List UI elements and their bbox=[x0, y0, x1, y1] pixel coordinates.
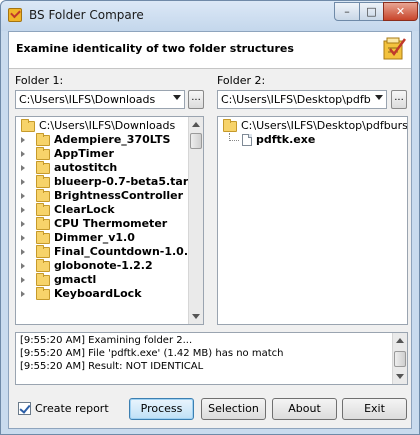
tree-item-label: CPU Thermometer bbox=[54, 217, 168, 230]
tree-item-label: Dimmer_v1.0 bbox=[54, 231, 135, 244]
process-button[interactable]: Process bbox=[129, 398, 194, 420]
folder2-tree[interactable]: C:\Users\ILFS\Desktop\pdfburst\data pdft… bbox=[217, 116, 408, 325]
scroll-up-icon[interactable] bbox=[396, 338, 404, 343]
tree-item-label: Final_Countdown-1.0.4.0 bbox=[54, 245, 204, 258]
expand-arrow-icon[interactable] bbox=[21, 179, 25, 185]
folder-icon bbox=[36, 245, 50, 258]
expand-arrow-icon[interactable] bbox=[21, 193, 25, 199]
log-line: [9:55:20 AM] Examining folder 2... bbox=[20, 335, 193, 346]
log-scrollbar[interactable] bbox=[392, 333, 407, 384]
title-bar[interactable]: BS Folder Compare – □ ✕ bbox=[1, 1, 419, 31]
tree-connector bbox=[229, 133, 239, 141]
expand-arrow-icon[interactable] bbox=[21, 151, 25, 157]
expand-arrow-icon[interactable] bbox=[21, 263, 25, 269]
folder-icon bbox=[36, 273, 50, 286]
log-panel[interactable]: [9:55:20 AM] Examining folder 2... [9:55… bbox=[15, 332, 408, 385]
tree-item-label: pdftk.exe bbox=[256, 133, 316, 146]
folder1-path-combo[interactable]: C:\Users\ILFS\Downloads bbox=[15, 90, 185, 109]
client-area: Examine identicality of two folder struc… bbox=[8, 31, 412, 429]
app-icon bbox=[8, 8, 22, 22]
chevron-down-icon[interactable] bbox=[173, 95, 181, 100]
folder1-path-value: C:\Users\ILFS\Downloads bbox=[19, 93, 156, 106]
folder-icon bbox=[36, 217, 50, 230]
tree-item-label: gmactl bbox=[54, 273, 97, 286]
checklist-icon bbox=[383, 37, 407, 60]
app-window: BS Folder Compare – □ ✕ Examine identica… bbox=[0, 0, 420, 435]
folder2-path-combo[interactable]: C:\Users\ILFS\Desktop\pdfburst\data bbox=[217, 90, 387, 109]
header-band: Examine identicality of two folder struc… bbox=[9, 32, 411, 69]
tree-item-label: BrightnessController bbox=[54, 189, 184, 202]
minimize-button[interactable]: – bbox=[334, 2, 360, 21]
scroll-thumb[interactable] bbox=[394, 351, 406, 367]
tree-item-label: autostitch bbox=[54, 161, 118, 174]
expand-arrow-icon[interactable] bbox=[21, 221, 25, 227]
tree-item-label: Adempiere_370LTS bbox=[54, 133, 171, 146]
expand-arrow-icon[interactable] bbox=[21, 249, 25, 255]
window-title: BS Folder Compare bbox=[29, 8, 144, 22]
folder-icon bbox=[21, 119, 35, 132]
expand-arrow-icon[interactable] bbox=[21, 207, 25, 213]
folder-icon bbox=[36, 175, 50, 188]
folder-icon bbox=[36, 203, 50, 216]
folder-icon bbox=[223, 119, 237, 132]
header-title: Examine identicality of two folder struc… bbox=[16, 42, 294, 55]
scroll-up-icon[interactable] bbox=[192, 122, 200, 127]
close-button[interactable]: ✕ bbox=[383, 2, 418, 21]
exit-button[interactable]: Exit bbox=[342, 398, 407, 420]
scroll-down-icon[interactable] bbox=[192, 314, 200, 319]
folder-icon bbox=[36, 231, 50, 244]
folder-icon bbox=[36, 189, 50, 202]
folder-icon bbox=[36, 133, 50, 146]
scroll-thumb[interactable] bbox=[190, 133, 202, 149]
tree-item-label: blueerp-0.7-beta5.tar bbox=[54, 175, 189, 188]
expand-arrow-icon[interactable] bbox=[21, 235, 25, 241]
folder-icon bbox=[36, 161, 50, 174]
file-icon bbox=[242, 134, 252, 146]
folder1-label: Folder 1: bbox=[15, 74, 64, 87]
expand-arrow-icon[interactable] bbox=[21, 137, 25, 143]
maximize-button[interactable]: □ bbox=[359, 2, 384, 21]
tree-root-label: C:\Users\ILFS\Downloads bbox=[39, 119, 176, 132]
chevron-down-icon[interactable] bbox=[375, 95, 383, 100]
log-line: [9:55:20 AM] File 'pdftk.exe' (1.42 MB) … bbox=[20, 348, 284, 359]
folder-icon bbox=[36, 287, 50, 300]
folder-icon bbox=[36, 147, 50, 160]
selection-button[interactable]: Selection bbox=[201, 398, 266, 420]
folder2-label: Folder 2: bbox=[217, 74, 266, 87]
scroll-down-icon[interactable] bbox=[396, 374, 404, 379]
folder-icon bbox=[36, 259, 50, 272]
expand-arrow-icon[interactable] bbox=[21, 277, 25, 283]
folder1-tree-scrollbar[interactable] bbox=[188, 117, 203, 324]
about-button[interactable]: About bbox=[272, 398, 337, 420]
create-report-label[interactable]: Create report bbox=[35, 402, 109, 415]
folder2-browse-button[interactable]: ... bbox=[391, 90, 407, 109]
expand-arrow-icon[interactable] bbox=[21, 291, 25, 297]
folder1-tree[interactable]: C:\Users\ILFS\Downloads Adempiere_370LTS… bbox=[15, 116, 204, 325]
tree-item-label: AppTimer bbox=[54, 147, 114, 160]
tree-root-label: C:\Users\ILFS\Desktop\pdfburst\data bbox=[241, 119, 408, 132]
folder2-path-value: C:\Users\ILFS\Desktop\pdfburst\data bbox=[221, 93, 371, 106]
folder1-browse-button[interactable]: ... bbox=[188, 90, 204, 109]
tree-item-label: ClearLock bbox=[54, 203, 115, 216]
tree-item-label: KeyboardLock bbox=[54, 287, 142, 300]
log-line: [9:55:20 AM] Result: NOT IDENTICAL bbox=[20, 361, 204, 372]
expand-arrow-icon[interactable] bbox=[21, 165, 25, 171]
tree-item-label: globonote-1.2.2 bbox=[54, 259, 153, 272]
create-report-checkbox[interactable] bbox=[18, 402, 31, 415]
